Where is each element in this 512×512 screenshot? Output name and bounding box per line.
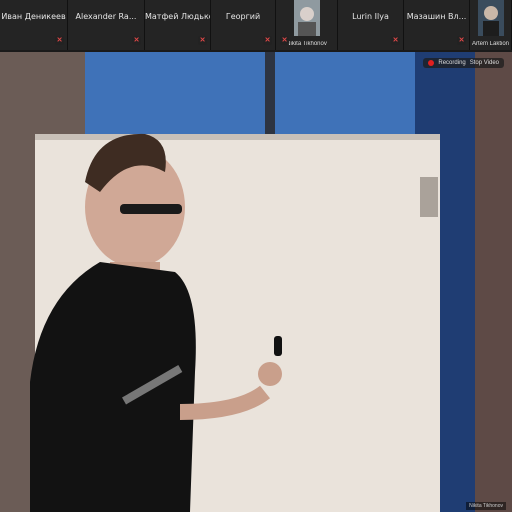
participant-tile[interactable]: Матфей Людько ✕ bbox=[145, 0, 211, 50]
participant-name: Alexander Ra... bbox=[75, 12, 137, 21]
microphone-muted-icon: ✕ bbox=[391, 36, 400, 45]
participant-name: Иван Деникеев bbox=[1, 12, 66, 21]
recording-indicator[interactable]: Recording Stop Video bbox=[423, 58, 504, 68]
microphone-muted-icon: ✕ bbox=[457, 36, 466, 45]
participant-name: Матфей Людько bbox=[145, 12, 210, 21]
microphone-muted-icon: ✕ bbox=[263, 36, 272, 45]
participant-name: Artem Laktionov bbox=[472, 41, 509, 47]
participant-tile[interactable]: Lurin Ilya ✕ bbox=[338, 0, 404, 50]
recording-dot-icon bbox=[428, 60, 435, 66]
recording-label: Recording bbox=[438, 60, 466, 66]
participant-strip: Иван Деникеев ✕ Alexander Ra... ✕ Матфей… bbox=[0, 0, 512, 50]
microphone-muted-icon: ✕ bbox=[198, 36, 207, 45]
participant-name: Мазашин Вл... bbox=[406, 12, 467, 21]
speaker-name-label: Nikita Tikhonov bbox=[466, 502, 506, 510]
participant-tile[interactable]: Мазашин Вл... ✕ bbox=[404, 0, 470, 50]
participant-tile[interactable]: Георгий ✕ bbox=[211, 0, 276, 50]
stop-video-button[interactable]: Stop Video bbox=[470, 60, 499, 66]
participant-video-tile[interactable]: Artem Laktionov bbox=[470, 0, 512, 50]
participant-name: Lurin Ilya bbox=[352, 12, 389, 21]
microphone-muted-icon: ✕ bbox=[280, 36, 289, 45]
main-video[interactable]: Recording Stop Video Nikita Tikhonov bbox=[0, 52, 512, 512]
microphone-muted-icon: ✕ bbox=[132, 36, 141, 45]
participant-video-thumbnail bbox=[477, 0, 504, 36]
participant-video-thumbnail bbox=[293, 0, 320, 36]
participant-name: Георгий bbox=[225, 12, 261, 21]
speaker-video-frame bbox=[0, 52, 512, 512]
participant-tile[interactable]: Иван Деникеев ✕ bbox=[0, 0, 68, 50]
participant-video-tile[interactable]: Nikita Tikhonov ✕ bbox=[276, 0, 338, 50]
microphone-muted-icon: ✕ bbox=[55, 36, 64, 45]
participant-tile[interactable]: Alexander Ra... ✕ bbox=[68, 0, 145, 50]
